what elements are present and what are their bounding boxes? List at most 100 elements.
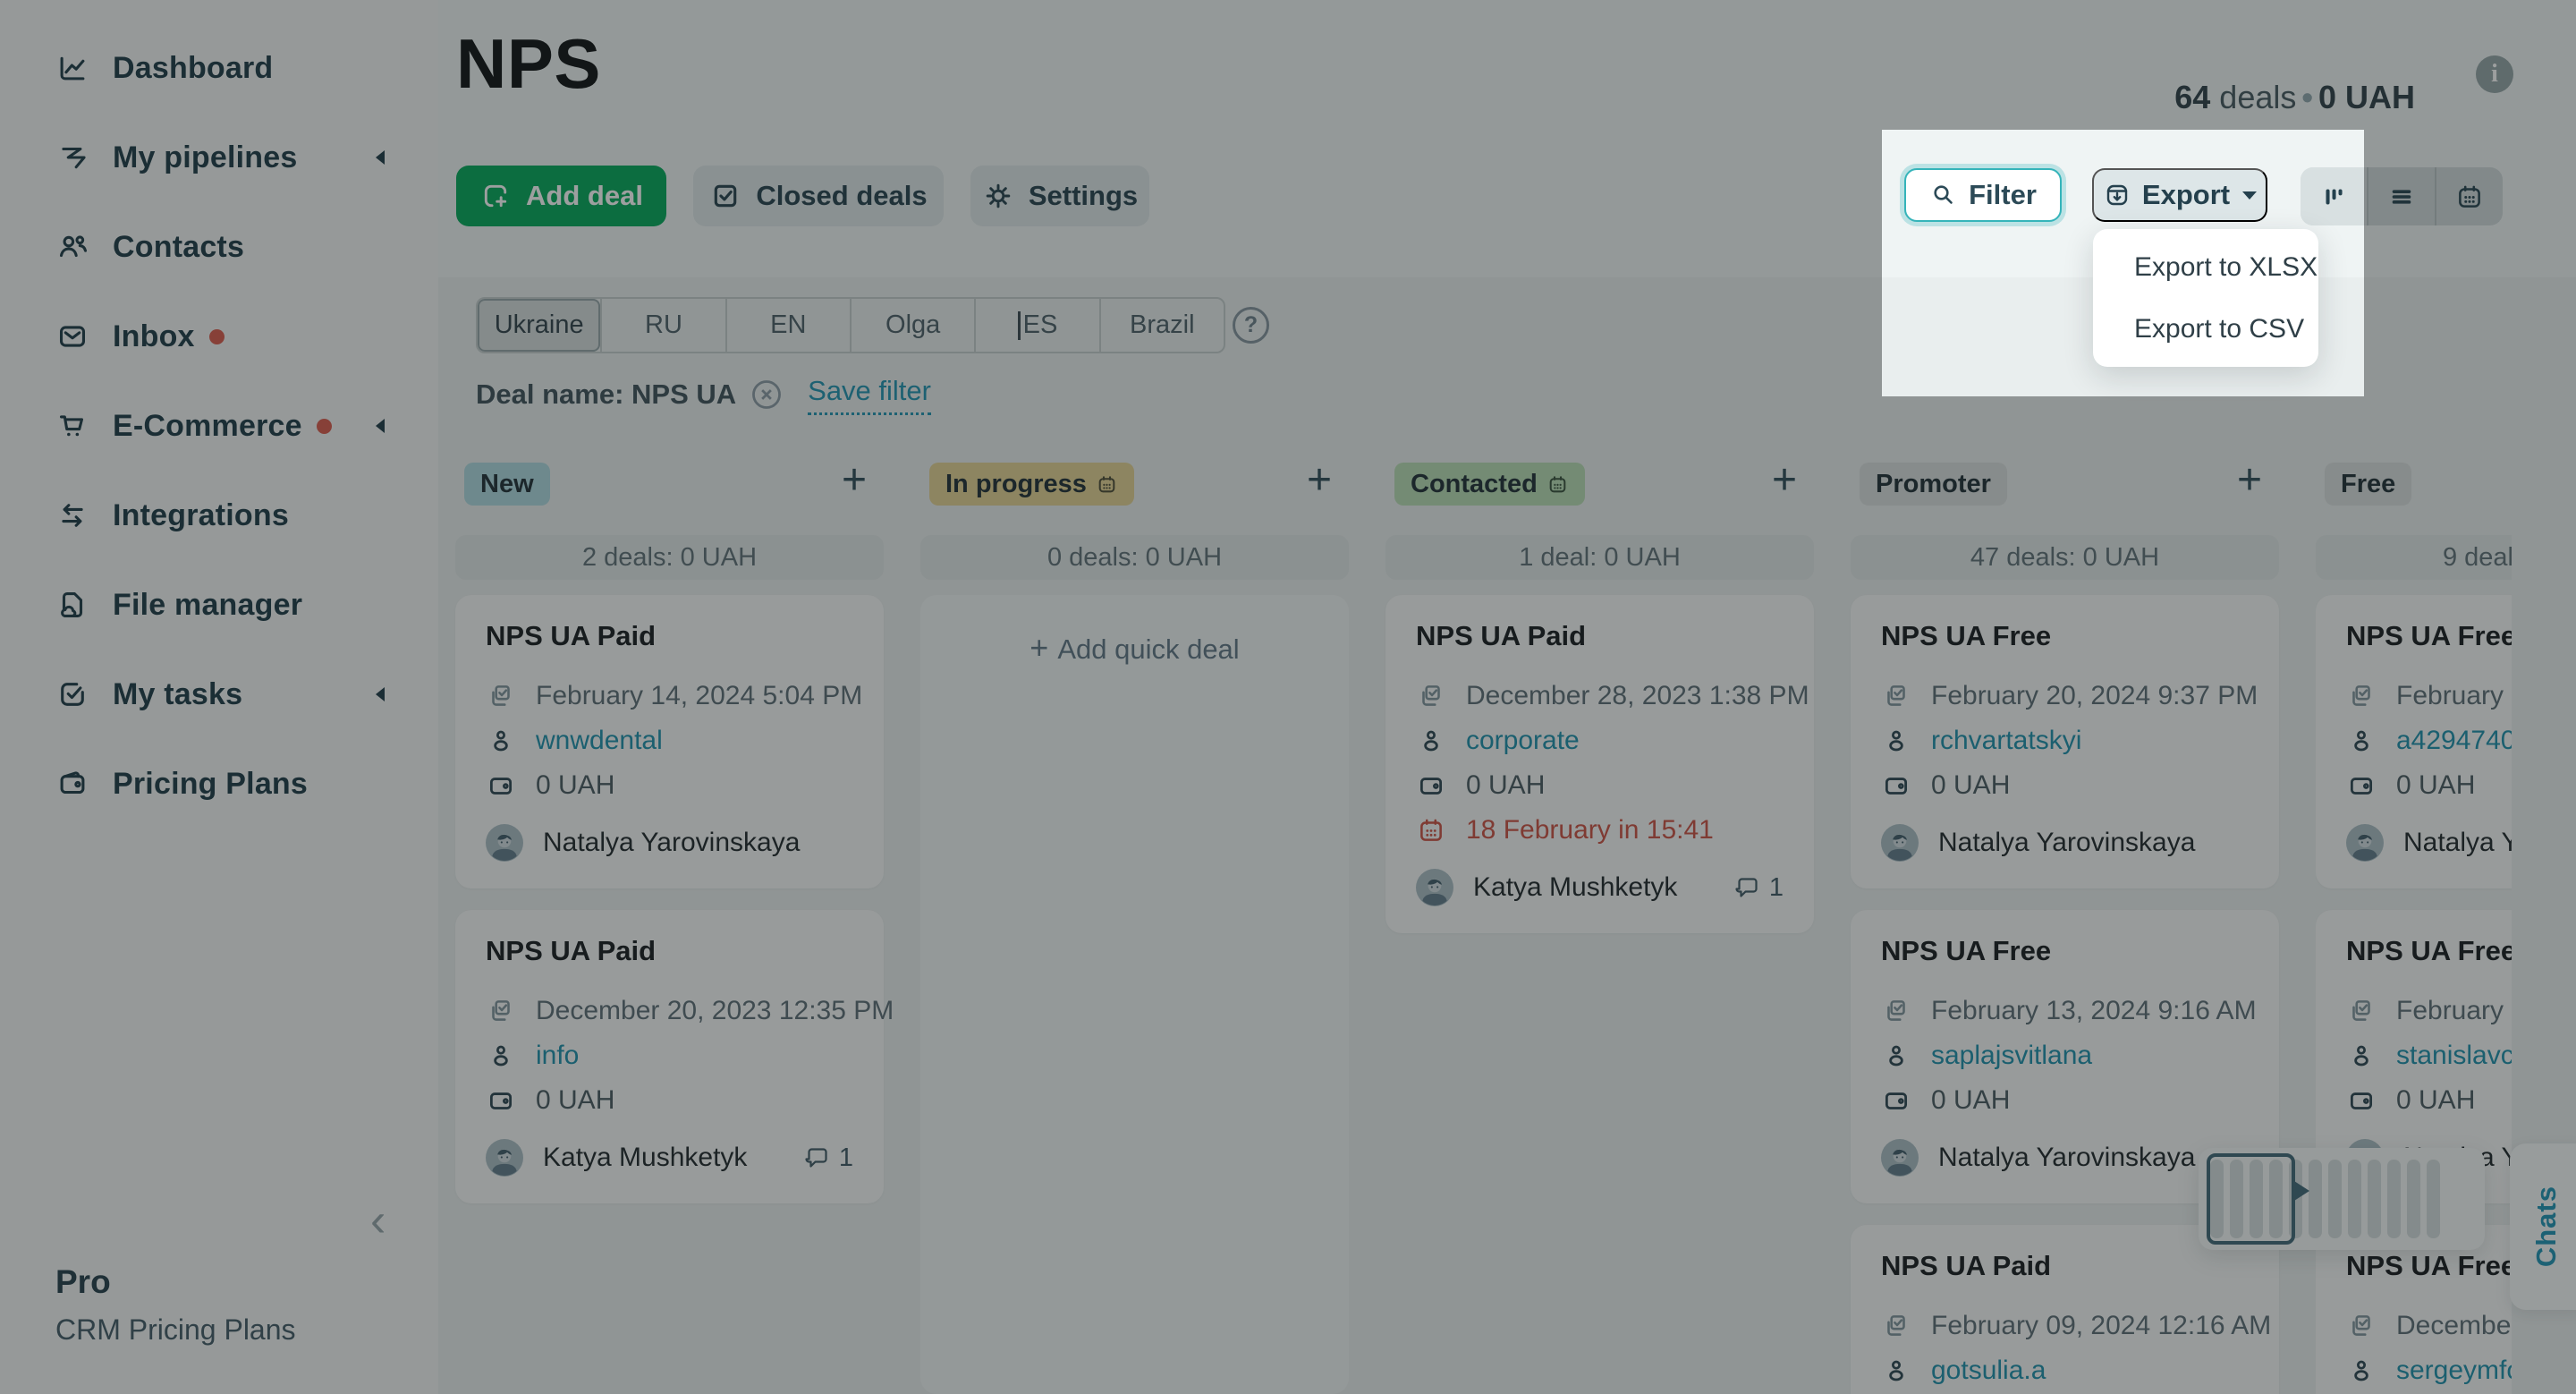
deal-contact-link[interactable]: a42947406 <box>2396 726 2512 756</box>
sidebar-item-integrations[interactable]: Integrations <box>0 471 438 560</box>
tab-brazil[interactable]: Brazil <box>1098 299 1224 352</box>
column-chip-contacted[interactable]: Contacted <box>1394 463 1585 506</box>
deal-contact-link[interactable]: saplajsvitlana <box>1931 1041 2092 1071</box>
column-chip-free[interactable]: Free <box>2325 463 2412 506</box>
sidebar-item-dashboard[interactable]: Dashboard <box>0 23 438 113</box>
wallet-icon <box>486 770 516 801</box>
pipeline-summary: 64 deals • 0 UAH <box>2174 79 2415 116</box>
deal-task-due: 18 February in 15:41 <box>1466 815 1714 845</box>
info-icon[interactable]: i <box>2476 55 2513 93</box>
sidebar-item-contacts[interactable]: Contacts <box>0 202 438 292</box>
export-button[interactable]: Export <box>2092 168 2267 222</box>
chats-tab[interactable]: Chats <box>2510 1143 2576 1310</box>
export-download-icon <box>2106 184 2128 206</box>
deal-contact-link[interactable]: corporate <box>1466 726 1580 756</box>
submenu-collapsed-arrow-icon <box>376 419 385 433</box>
deal-card[interactable]: NPS UA Free December sergeymfo 0 UAH <box>2316 1225 2512 1394</box>
deal-contact-link[interactable]: sergeymfo <box>2396 1356 2512 1386</box>
add-deal-to-column-button[interactable]: + <box>1307 455 1332 506</box>
plan-info: Pro CRM Pricing Plans <box>55 1263 296 1347</box>
task-board-icon <box>486 681 516 711</box>
sidebar-item-label: File manager <box>113 587 303 622</box>
sidebar-item-ecommerce[interactable]: E-Commerce <box>0 381 438 471</box>
plan-name: Pro <box>55 1263 111 1300</box>
column-chip-promoter[interactable]: Promoter <box>1860 463 2007 506</box>
deal-title: NPS UA Paid <box>486 620 657 651</box>
column-free-clipped: Free 9 deals: 0 UAH NPS UA Free February… <box>2316 452 2512 1394</box>
avatar <box>486 1139 523 1177</box>
view-calendar-button[interactable] <box>2435 167 2503 225</box>
deal-owner: Katya Mushketyk <box>543 1143 748 1172</box>
ecommerce-notification-dot <box>316 418 332 434</box>
submenu-collapsed-arrow-icon <box>376 687 385 701</box>
sidebar-item-my-tasks[interactable]: My tasks <box>0 650 438 739</box>
sidebar-item-inbox[interactable]: Inbox <box>0 292 438 381</box>
add-deal-to-column-button[interactable]: + <box>1772 455 1797 506</box>
deal-card[interactable]: NPS UA Free February 20, 2024 9:37 PM rc… <box>1851 595 2279 888</box>
add-deal-button[interactable]: Add deal <box>456 166 666 226</box>
add-quick-deal-button[interactable]: + Add quick deal <box>920 629 1349 667</box>
deal-title: NPS UA Paid <box>1416 620 1587 651</box>
help-icon[interactable]: ? <box>1233 307 1269 344</box>
remove-filter-icon[interactable] <box>750 378 783 411</box>
filter-button[interactable]: Filter <box>1904 168 2062 222</box>
tab-ru[interactable]: RU <box>600 299 724 352</box>
deal-card[interactable]: NPS UA Paid February 09, 2024 12:16 AM g… <box>1851 1225 2279 1394</box>
pager-bar <box>2368 1160 2381 1238</box>
comments-count: 1 <box>1768 872 1784 902</box>
page-title: NPS <box>456 24 601 103</box>
deal-date: February 09, 2024 12:16 AM <box>1931 1311 2272 1340</box>
tab-ukraine[interactable]: Ukraine <box>478 299 601 352</box>
deal-owner: Natalya Yarovinskaya <box>1938 828 2196 857</box>
deal-contact-link[interactable]: rchvartatskyi <box>1931 726 2081 756</box>
task-board-icon <box>1881 681 1911 711</box>
column-count-bar: 47 deals: 0 UAH <box>1851 535 2279 580</box>
add-deal-to-column-button[interactable]: + <box>842 455 867 506</box>
menu-item-export-csv[interactable]: Export to CSV <box>2093 298 2318 360</box>
text-cursor <box>1017 310 1021 340</box>
deals-count: 64 <box>2174 79 2211 115</box>
closed-deals-button[interactable]: Closed deals <box>693 166 944 226</box>
board-scroll-pager[interactable] <box>2199 1148 2485 1250</box>
column-chip-in-progress[interactable]: In progress <box>929 463 1134 506</box>
deal-contact-link[interactable]: gotsulia.a <box>1931 1356 2046 1386</box>
avatar <box>1881 1139 1919 1177</box>
pipeline-tabs: Ukraine RU EN Olga ES Brazil <box>476 297 1225 353</box>
tab-en[interactable]: EN <box>724 299 850 352</box>
deal-card[interactable]: NPS UA Paid December 28, 2023 1:38 PM co… <box>1385 595 1814 933</box>
sidebar-collapse-chevron-icon[interactable]: ‹ <box>370 1197 386 1244</box>
contact-person-icon <box>2346 1041 2377 1071</box>
comment-bubble-icon <box>1735 878 1758 897</box>
save-filter-link[interactable]: Save filter <box>808 375 931 415</box>
pager-window[interactable] <box>2207 1153 2295 1245</box>
column-cards-free: NPS UA Free February 0 a42947406 0 UAH N… <box>2316 595 2512 1394</box>
ecommerce-cart-icon <box>55 409 89 443</box>
settings-button[interactable]: Settings <box>970 166 1149 226</box>
deal-contact-link[interactable]: wnwdental <box>536 726 663 756</box>
add-deal-to-column-button[interactable]: + <box>2237 455 2262 506</box>
deal-contact-link[interactable]: info <box>536 1041 579 1071</box>
deal-contact-link[interactable]: stanislavch <box>2396 1041 2512 1071</box>
view-list-button[interactable] <box>2367 167 2435 225</box>
column-count-bar: 0 deals: 0 UAH <box>920 535 1349 580</box>
sidebar-item-pricing-plans[interactable]: Pricing Plans <box>0 739 438 829</box>
wallet-icon <box>486 1085 516 1116</box>
contact-person-icon <box>1416 726 1446 756</box>
task-board-icon <box>2346 996 2377 1026</box>
deal-card[interactable]: NPS UA Paid February 14, 2024 5:04 PM wn… <box>455 595 884 888</box>
sidebar-item-my-pipelines[interactable]: My pipelines <box>0 113 438 202</box>
contact-person-icon <box>1881 1356 1911 1386</box>
menu-item-export-xlsx[interactable]: Export to XLSX <box>2093 236 2318 298</box>
tab-es[interactable]: ES <box>974 299 1098 352</box>
view-kanban-button[interactable] <box>2301 167 2367 225</box>
deal-title: NPS UA Free <box>1881 620 2052 651</box>
empty-column-lane: + Add quick deal <box>920 595 1349 1394</box>
sidebar-item-file-manager[interactable]: File manager <box>0 560 438 650</box>
column-calendar-icon <box>1549 475 1566 492</box>
column-chip-new[interactable]: New <box>464 463 550 506</box>
column-count-bar: 9 deals: 0 UAH <box>2316 535 2512 580</box>
deal-card[interactable]: NPS UA Free February 0 a42947406 0 UAH N… <box>2316 595 2512 888</box>
plan-subtitle[interactable]: CRM Pricing Plans <box>55 1313 296 1347</box>
tab-olga[interactable]: Olga <box>849 299 974 352</box>
deal-card[interactable]: NPS UA Paid December 20, 2023 12:35 PM i… <box>455 910 894 1203</box>
